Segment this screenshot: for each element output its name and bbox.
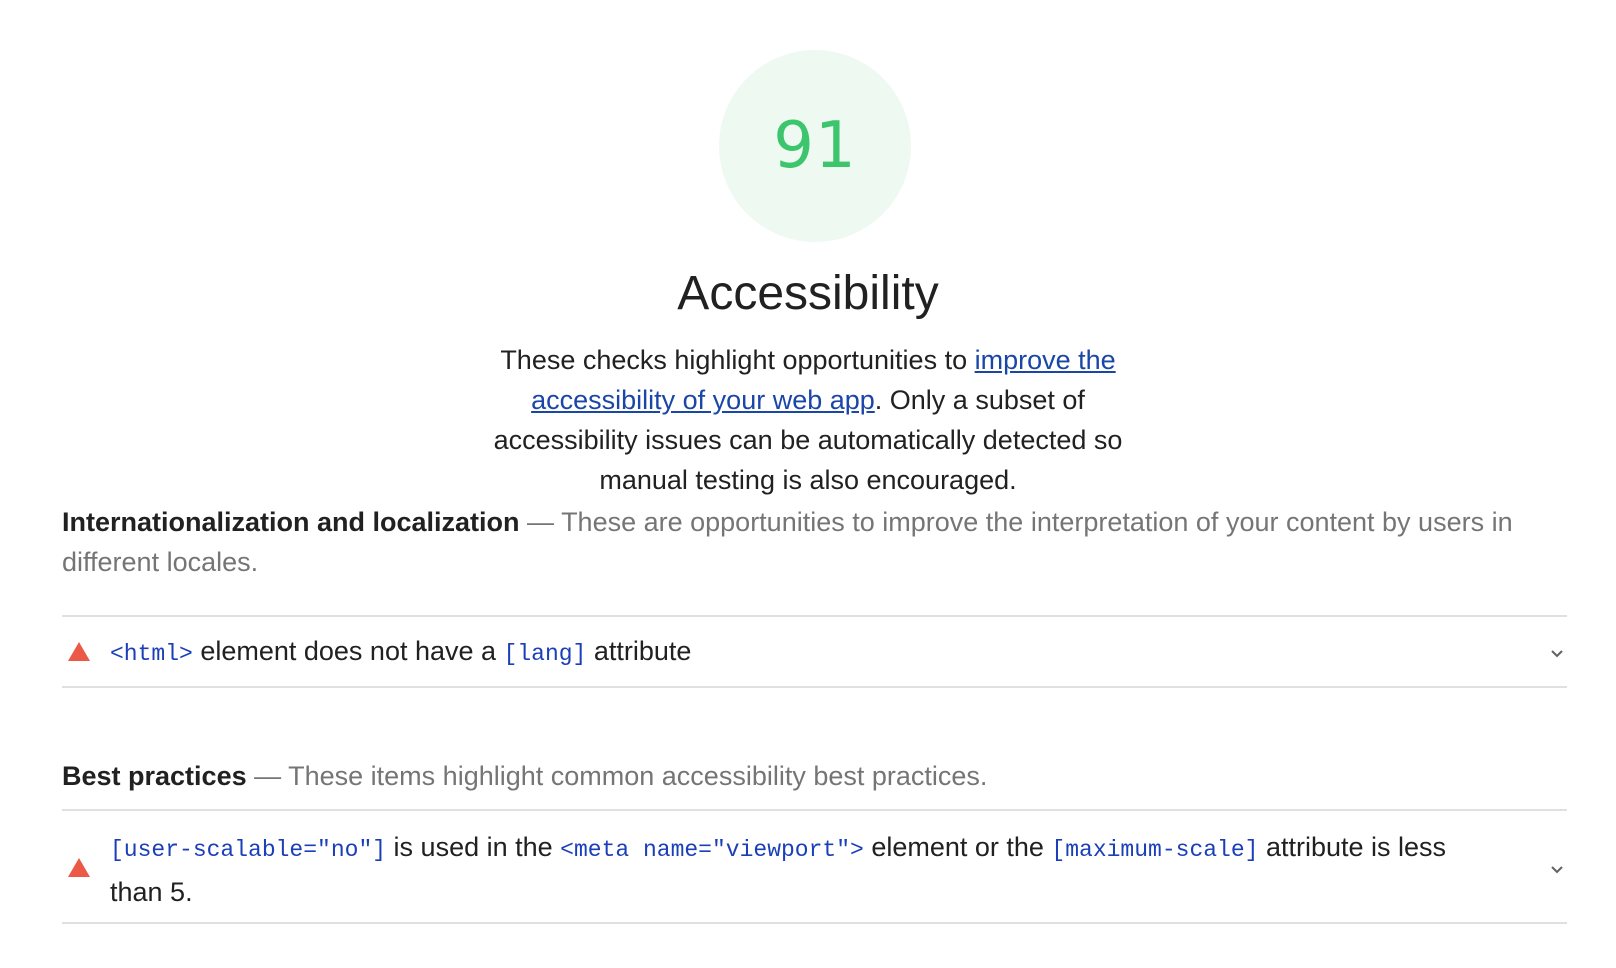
lighthouse-report: 91 Accessibility These checks highlight … bbox=[0, 0, 1616, 968]
group-title: Internationalization and localization bbox=[62, 507, 520, 537]
code-snippet: <meta name="viewport"> bbox=[560, 837, 864, 863]
audit-html-has-lang[interactable]: <html> element does not have a [lang] at… bbox=[62, 618, 1567, 686]
audit-meta-viewport[interactable]: [user-scalable="no"] is used in the <met… bbox=[62, 812, 1567, 922]
divider bbox=[62, 615, 1567, 617]
fail-triangle-icon bbox=[68, 858, 90, 877]
divider bbox=[62, 922, 1567, 924]
score-value: 91 bbox=[773, 109, 857, 183]
chevron-down-icon[interactable] bbox=[1549, 862, 1565, 878]
chevron-down-icon[interactable] bbox=[1549, 646, 1565, 662]
audit-text-fragment: element or the bbox=[863, 832, 1052, 862]
group-separator: — bbox=[246, 761, 289, 791]
code-snippet: [user-scalable="no"] bbox=[110, 837, 387, 863]
score-gauge: 91 bbox=[719, 50, 911, 242]
group-header-i18n: Internationalization and localization — … bbox=[62, 502, 1542, 582]
fail-triangle-icon bbox=[68, 642, 90, 661]
code-snippet: <html> bbox=[110, 641, 193, 667]
group-header-best-practices: Best practices — These items highlight c… bbox=[62, 756, 1542, 796]
divider bbox=[62, 809, 1567, 811]
audit-title: <html> element does not have a [lang] at… bbox=[110, 630, 1500, 675]
divider bbox=[62, 686, 1567, 688]
audit-text-fragment: element does not have a bbox=[192, 636, 504, 666]
group-title: Best practices bbox=[62, 761, 247, 791]
code-snippet: [maximum-scale] bbox=[1051, 837, 1259, 863]
audit-text-fragment: is used in the bbox=[386, 832, 561, 862]
code-snippet: [lang] bbox=[503, 641, 587, 667]
category-description: These checks highlight opportunities to … bbox=[478, 340, 1138, 500]
category-title: Accessibility bbox=[677, 267, 939, 320]
group-description: These items highlight common accessibili… bbox=[288, 761, 988, 791]
audit-text-fragment: attribute bbox=[586, 636, 692, 666]
group-separator: — bbox=[519, 507, 562, 537]
description-prefix: These checks highlight opportunities to bbox=[500, 345, 975, 375]
audit-title: [user-scalable="no"] is used in the <met… bbox=[110, 826, 1500, 913]
